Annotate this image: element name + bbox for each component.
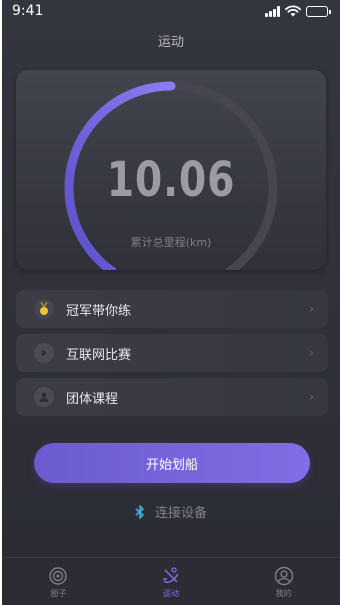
status-time: 9:41 [12,3,44,19]
menu-item-label: 团体课程 [66,391,119,407]
menu-item-label: 冠军带你练 [66,303,132,319]
wifi-icon [285,5,301,17]
connect-device-label: 连接设备 [154,506,207,521]
menu-item-online-race[interactable]: 互联网比赛 › [16,334,328,372]
status-icons [265,5,331,17]
chevron-right-icon: › [308,389,314,405]
app-screen: 9:41 运动 10.06 累计总里程(km) 冠军带你练 › 互联网比赛 › … [2,0,340,605]
chevron-right-icon: › [308,345,314,361]
chevron-right-icon: › [308,301,314,317]
tab-sport[interactable]: 运动 [115,558,228,605]
signal-icon [265,5,280,17]
bluetooth-icon [135,504,144,519]
mileage-label: 累计总里程(km) [130,236,212,249]
tab-bar: 圈子 运动 我的 [2,557,340,605]
mileage-card: 10.06 累计总里程(km) [16,70,326,270]
mileage-value: 10.06 [106,152,236,208]
menu-item-group-class[interactable]: 团体课程 › [16,378,328,416]
start-rowing-button[interactable]: 开始划船 [34,443,310,483]
medal-icon [34,299,54,319]
tab-profile[interactable]: 我的 [227,558,340,605]
tab-label: 圈子 [50,589,67,598]
tab-label: 我的 [275,589,292,598]
tab-circle[interactable]: 圈子 [2,558,115,605]
battery-icon [306,5,331,17]
circle-target-icon [49,567,68,585]
rowing-icon [163,567,179,584]
status-bar: 9:41 [2,0,340,24]
tab-label: 运动 [163,589,179,598]
play-icon [34,343,54,363]
user-icon [34,387,54,407]
menu-item-champion-training[interactable]: 冠军带你练 › [16,290,328,328]
connect-device-link[interactable]: 连接设备 [2,502,340,521]
menu-item-label: 互联网比赛 [66,347,132,363]
page-title: 运动 [157,35,184,50]
profile-icon [274,566,293,586]
